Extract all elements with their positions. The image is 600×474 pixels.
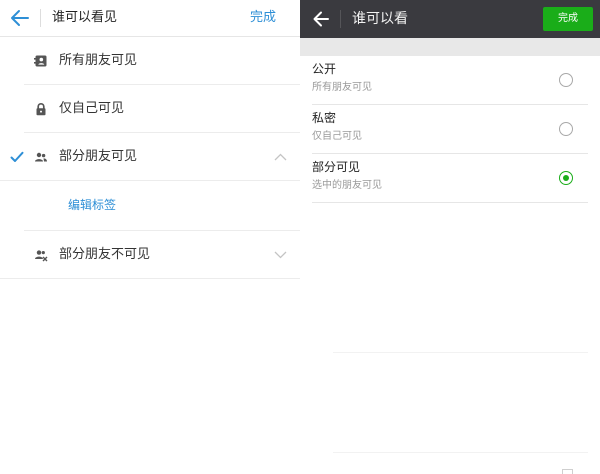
- option-all-friends[interactable]: 所有朋友可见: [0, 37, 300, 85]
- option-title: 部分可见: [312, 160, 361, 174]
- contact-card-icon: [34, 55, 47, 67]
- option-hide-from-some[interactable]: 部分朋友不可见: [0, 231, 300, 279]
- group-people-icon: [35, 152, 47, 162]
- row-divider: [312, 202, 588, 203]
- left-screen: 谁可以看见 完成 所有朋友可见 仅自己可见 部分朋友可见 编辑标签 部分朋友不可…: [0, 0, 300, 474]
- option-label: 仅自己可见: [59, 101, 125, 116]
- option-only-me[interactable]: 仅自己可见: [0, 85, 300, 133]
- option-label: 部分朋友可见: [59, 149, 138, 164]
- option-public[interactable]: 公开 所有朋友可见: [312, 56, 588, 105]
- option-subtitle: 所有朋友可见: [312, 82, 372, 93]
- row-divider: [0, 278, 300, 279]
- radio-button[interactable]: [559, 122, 573, 136]
- option-label: 部分朋友不可见: [59, 247, 151, 262]
- back-arrow-icon[interactable]: [8, 7, 32, 29]
- radio-button[interactable]: [559, 73, 573, 87]
- faint-checkbox: [562, 469, 573, 474]
- right-header: 谁可以看 完成: [300, 0, 600, 38]
- header-divider: [40, 9, 41, 27]
- chevron-down-icon[interactable]: [274, 251, 287, 259]
- radio-button-selected[interactable]: [559, 171, 573, 185]
- chevron-up-icon[interactable]: [274, 153, 287, 161]
- done-button[interactable]: 完成: [543, 7, 593, 31]
- edit-tags-row: [0, 183, 300, 231]
- option-title: 私密: [312, 111, 337, 125]
- lock-icon: [36, 103, 46, 116]
- option-partial[interactable]: 部分可见 选中的朋友可见: [312, 154, 588, 203]
- left-header: 谁可以看见 完成: [0, 0, 300, 37]
- option-some-friends[interactable]: 部分朋友可见: [0, 133, 300, 181]
- page-title: 谁可以看: [352, 11, 408, 27]
- option-title: 公开: [312, 62, 337, 76]
- faint-divider: [333, 452, 588, 453]
- faint-divider: [333, 352, 588, 353]
- group-block-icon: [35, 250, 48, 262]
- edit-tags-link[interactable]: 编辑标签: [68, 197, 116, 213]
- option-subtitle: 仅自己可见: [312, 131, 362, 142]
- section-gap: [300, 38, 600, 56]
- checkmark-icon: [10, 151, 24, 162]
- option-private[interactable]: 私密 仅自己可见: [312, 105, 588, 154]
- back-arrow-icon[interactable]: [312, 9, 330, 29]
- right-screen: 谁可以看 完成 公开 所有朋友可见 私密 仅自己可见 部分可见 选中的朋友可见: [300, 0, 600, 474]
- option-label: 所有朋友可见: [59, 53, 138, 68]
- page-title: 谁可以看见: [52, 10, 118, 25]
- header-divider: [340, 10, 341, 28]
- option-subtitle: 选中的朋友可见: [312, 180, 382, 191]
- row-divider: [0, 180, 300, 181]
- done-button[interactable]: 完成: [250, 9, 276, 27]
